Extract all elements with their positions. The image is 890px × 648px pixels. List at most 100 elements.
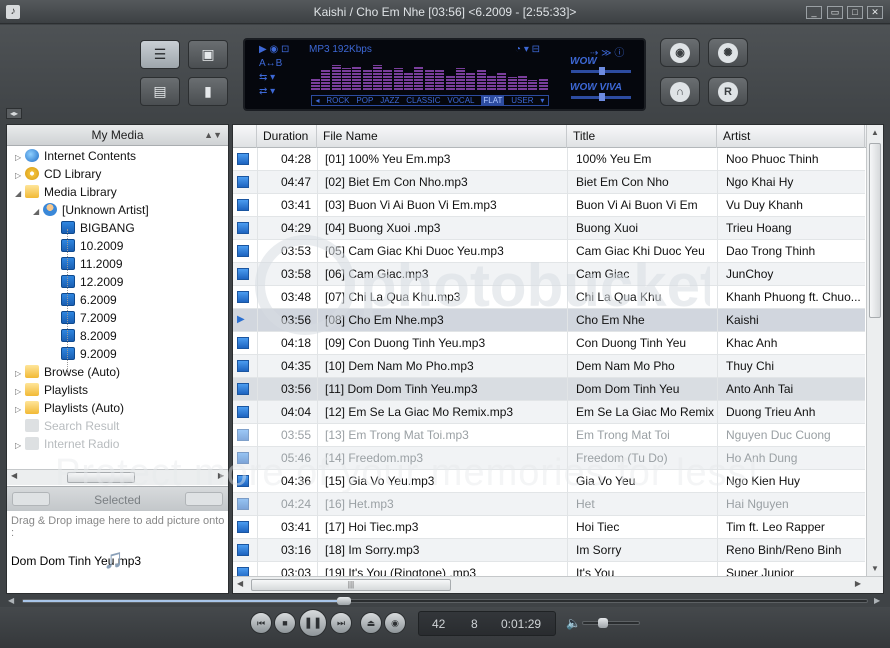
panel-toggle-button[interactable]: ◂▸: [6, 108, 22, 119]
expand-icon[interactable]: ◢: [33, 203, 43, 221]
stop-button[interactable]: ■: [274, 612, 296, 634]
track-row[interactable]: 03:56 [11] Dom Dom Tinh Yeu.mp3 Dom Dom Ti…: [233, 378, 865, 401]
mini-view-button[interactable]: ▣: [188, 40, 228, 69]
repeat-icon[interactable]: ⇆ ▾: [259, 72, 275, 83]
preset-pop[interactable]: POP: [356, 96, 373, 105]
tree-item-5[interactable]: 10.2009: [51, 237, 123, 255]
preset-jazz[interactable]: JAZZ: [380, 96, 399, 105]
pause-button[interactable]: ❚❚: [299, 609, 327, 637]
tree-item-14[interactable]: ▷ Playlists (Auto): [15, 399, 124, 417]
icon-column-header[interactable]: [233, 125, 257, 148]
preset-vocal[interactable]: VOCAL: [447, 96, 474, 105]
track-row[interactable]: 04:28 [01] 100% Yeu Em.mp3 100% Yeu Em Noo …: [233, 148, 865, 171]
seek-track[interactable]: [22, 597, 868, 605]
track-row[interactable]: 05:46 [14] Freedom.mp3 Freedom (Tu Do) Ho A…: [233, 447, 865, 470]
wow-viva-slider-knob[interactable]: [599, 93, 605, 101]
track-horizontal-scrollbar[interactable]: ◀ ||| ▶: [233, 576, 883, 593]
track-row[interactable]: 03:55 [13] Em Trong Mat Toi.mp3 Em Trong M…: [233, 424, 865, 447]
minimize-button[interactable]: _: [806, 6, 822, 19]
tree-item-1[interactable]: ▷ CD Library: [15, 165, 101, 183]
track-row[interactable]: 04:04 [12] Em Se La Giac Mo Remix.mp3 Em S…: [233, 401, 865, 424]
column-title[interactable]: Title: [567, 125, 717, 148]
tree-item-9[interactable]: 7.2009: [51, 309, 117, 327]
tree-item-15[interactable]: Search Result: [15, 417, 119, 435]
column-artist[interactable]: Artist: [717, 125, 865, 148]
previous-button[interactable]: ⏮: [250, 612, 272, 634]
scroll-right-icon[interactable]: ▶: [855, 579, 861, 588]
sort-icon[interactable]: ▲▼: [204, 125, 222, 146]
restore-button[interactable]: ▭: [827, 6, 843, 19]
video-view-button[interactable]: ▤: [140, 77, 180, 106]
shuffle-icon[interactable]: ⇄ ▾: [259, 86, 275, 97]
register-button[interactable]: R: [708, 77, 748, 106]
track-row[interactable]: 04:18 [09] Con Duong Tinh Yeu.mp3 Con Duon…: [233, 332, 865, 355]
tree-item-2[interactable]: ◢ Media Library: [15, 183, 117, 201]
track-row[interactable]: 03:41 [17] Hoi Tiec.mp3 Hoi Tiec Tim ft. Le…: [233, 516, 865, 539]
image-options-button[interactable]: [185, 492, 223, 506]
tree-item-10[interactable]: 8.2009: [51, 327, 117, 345]
track-row[interactable]: 04:35 [10] Dem Nam Mo Pho.mp3 Dem Nam Mo P…: [233, 355, 865, 378]
scroll-left-icon[interactable]: ◀: [11, 471, 17, 480]
tree-item-8[interactable]: 6.2009: [51, 291, 117, 309]
tree-item-7[interactable]: 12.2009: [51, 273, 123, 291]
headphone-button[interactable]: ∩: [660, 77, 700, 106]
record-button[interactable]: ◉: [660, 38, 700, 67]
tree-item-11[interactable]: 9.2009: [51, 345, 117, 363]
eject-button[interactable]: ◉: [384, 612, 406, 634]
track-row[interactable]: 03:41 [03] Buon Vi Ai Buon Vi Em.mp3 Buon …: [233, 194, 865, 217]
tree-horizontal-scrollbar[interactable]: ◀ ▶: [7, 469, 228, 485]
track-row[interactable]: 04:36 [15] Gia Vo Yeu.mp3 Gia Vo Yeu Ngo Ki…: [233, 470, 865, 493]
scroll-thumb[interactable]: [67, 472, 135, 483]
expand-icon[interactable]: ▷: [15, 437, 25, 455]
seek-forward-icon[interactable]: ▶: [874, 596, 880, 605]
track-row[interactable]: ▶ 03:56 [08] Cho Em Nhe.mp3 Cho Em Nhe Kaish…: [233, 309, 865, 332]
maximize-button[interactable]: □: [847, 6, 863, 19]
panel-header[interactable]: My Media ▲▼: [7, 125, 228, 146]
volume-icon[interactable]: 🔈: [566, 616, 581, 630]
open-file-button[interactable]: ⏏: [360, 612, 382, 634]
ab-repeat-button[interactable]: A↔B: [259, 58, 282, 69]
track-row[interactable]: 03:58 [06] Cam Giac.mp3 Cam Giac JunChoy: [233, 263, 865, 286]
close-button[interactable]: ✕: [867, 6, 883, 19]
tree-item-3[interactable]: ◢ [Unknown Artist]: [33, 201, 149, 219]
expand-icon[interactable]: ◢: [15, 185, 25, 203]
tree-item-0[interactable]: ▷ Internet Contents: [15, 147, 136, 165]
scroll-left-icon[interactable]: ◀: [237, 579, 243, 588]
preset-flat[interactable]: FLAT: [481, 96, 505, 105]
track-row[interactable]: 04:47 [02] Biet Em Con Nho.mp3 Biet Em Con…: [233, 171, 865, 194]
scroll-thumb[interactable]: [869, 143, 881, 318]
track-row[interactable]: 03:16 [18] Im Sorry.mp3 Im Sorry Reno Binh/…: [233, 539, 865, 562]
wow-viva-slider[interactable]: [571, 93, 631, 101]
scroll-down-icon[interactable]: ▼: [871, 564, 879, 573]
wow-slider[interactable]: [571, 67, 631, 75]
next-button[interactable]: ⏭: [330, 612, 352, 634]
eq-dropdown-icon[interactable]: ▾: [540, 96, 544, 105]
preset-rock[interactable]: ROCK: [326, 96, 349, 105]
tree-item-4[interactable]: BIGBANG: [51, 219, 135, 237]
tree-item-6[interactable]: 11.2009: [51, 255, 123, 273]
track-row[interactable]: 03:53 [05] Cam Giac Khi Duoc Yeu.mp3 Cam G…: [233, 240, 865, 263]
media-library-view-button[interactable]: ☰: [140, 40, 180, 69]
preset-classic[interactable]: CLASSIC: [406, 96, 440, 105]
wow-slider-knob[interactable]: [599, 67, 605, 75]
scroll-right-icon[interactable]: ▶: [218, 471, 224, 480]
column-file-name[interactable]: File Name: [317, 125, 567, 148]
track-row[interactable]: 03:03 [19] It's You (Ringtone) .mp3 It's Y…: [233, 562, 865, 576]
device-button[interactable]: ▮: [188, 77, 228, 106]
seek-back-icon[interactable]: ◀: [8, 596, 14, 605]
column-duration[interactable]: Duration: [257, 125, 317, 148]
track-row[interactable]: 03:48 [07] Chi La Qua Khu.mp3 Chi La Qua K…: [233, 286, 865, 309]
volume-slider[interactable]: [582, 618, 640, 628]
volume-knob[interactable]: [597, 618, 608, 628]
scroll-up-icon[interactable]: ▲: [871, 128, 879, 137]
track-row[interactable]: 04:24 [16] Het.mp3 Het Hai Nguyen: [233, 493, 865, 516]
seek-bar[interactable]: ◀ ▶: [0, 595, 890, 607]
effects-button[interactable]: ✺: [708, 38, 748, 67]
tree-item-16[interactable]: ▷ Internet Radio: [15, 435, 119, 453]
seek-knob[interactable]: [336, 597, 351, 605]
eq-prev-icon[interactable]: ◂: [315, 96, 319, 105]
preset-user[interactable]: USER: [511, 96, 533, 105]
scroll-thumb[interactable]: |||: [251, 579, 451, 591]
tree-item-13[interactable]: ▷ Playlists: [15, 381, 88, 399]
track-vertical-scrollbar[interactable]: ▲ ▼: [866, 125, 883, 576]
